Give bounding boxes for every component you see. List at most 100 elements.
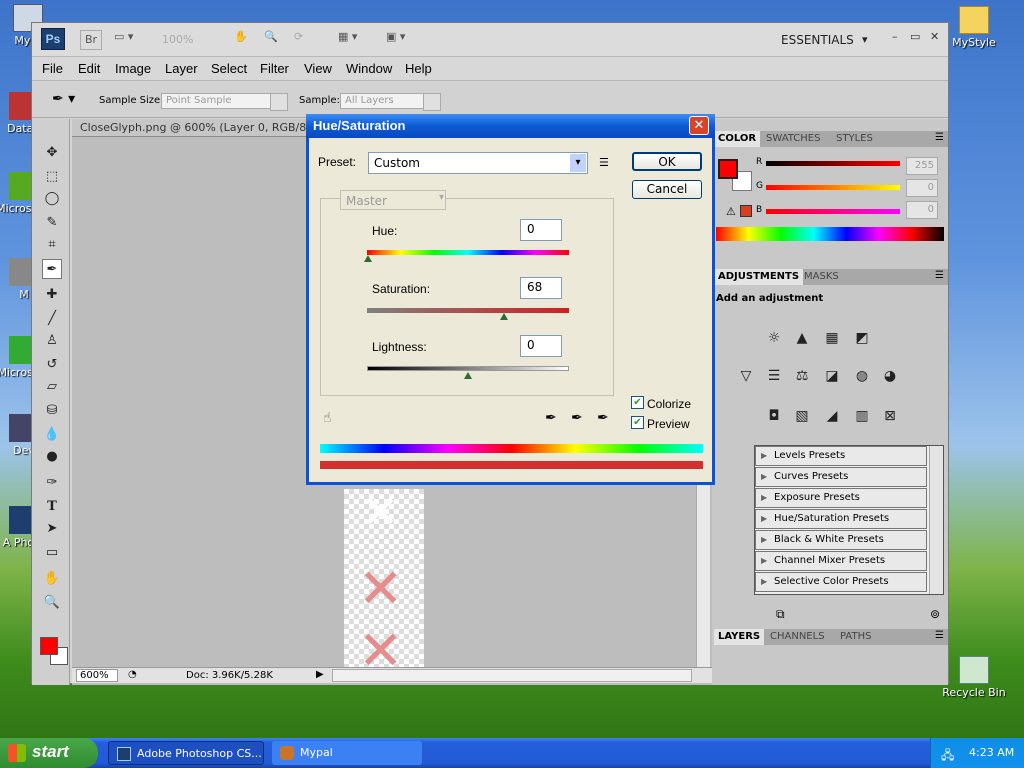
- path-selection-tool-icon[interactable]: ➤: [42, 519, 62, 539]
- task-photoshop[interactable]: Adobe Photoshop CS...: [108, 741, 264, 765]
- bridge-button[interactable]: Br: [80, 30, 102, 50]
- posterize-icon[interactable]: ▧: [790, 405, 814, 427]
- channel-mixer-icon[interactable]: ◕: [878, 365, 902, 387]
- panel-menu-icon[interactable]: ☰: [935, 132, 944, 143]
- photo-filter-icon[interactable]: ◍: [850, 365, 874, 387]
- pen-tool-icon[interactable]: ✑: [42, 473, 62, 493]
- screen-mode-icon[interactable]: ▣ ▾: [386, 30, 420, 50]
- channel-b-slider[interactable]: [766, 209, 900, 214]
- zoom-tool-icon[interactable]: 🔍: [264, 30, 284, 50]
- menu-image[interactable]: Image: [115, 61, 151, 76]
- history-brush-tool-icon[interactable]: ↺: [42, 355, 62, 375]
- view-extras-icon[interactable]: ▭ ▾: [114, 30, 144, 50]
- tab-adjustments[interactable]: ADJUSTMENTS: [714, 269, 804, 285]
- preset-curves[interactable]: Curves Presets: [755, 467, 927, 487]
- desktop-icon-recycle-bin[interactable]: Recycle Bin: [940, 656, 1008, 699]
- gamut-swatch[interactable]: [740, 205, 752, 217]
- workspace-switcher[interactable]: ESSENTIALS: [781, 30, 861, 50]
- ok-button[interactable]: OK: [632, 152, 702, 171]
- color-spectrum-ramp[interactable]: [716, 227, 944, 241]
- hue-saturation-icon[interactable]: ☰: [762, 365, 786, 387]
- healing-brush-tool-icon[interactable]: ✚: [42, 285, 62, 305]
- canvas-image[interactable]: ✕ ✕ ✕: [344, 489, 424, 667]
- hue-slider-thumb[interactable]: [364, 255, 372, 262]
- photoshop-logo[interactable]: Ps: [41, 28, 65, 50]
- threshold-icon[interactable]: ◢: [820, 405, 844, 427]
- cancel-button[interactable]: Cancel: [632, 180, 702, 199]
- panel-menu-icon[interactable]: ☰: [935, 270, 944, 281]
- maximize-button[interactable]: ▭: [910, 30, 924, 50]
- menu-select[interactable]: Select: [211, 61, 247, 76]
- status-zoom[interactable]: 600%: [76, 669, 118, 682]
- marquee-tool-icon[interactable]: ⬚: [42, 167, 62, 187]
- menu-layer[interactable]: Layer: [165, 61, 198, 76]
- presets-list[interactable]: Levels Presets Curves Presets Exposure P…: [754, 445, 944, 595]
- zoom-tool-icon[interactable]: 🔍: [42, 593, 62, 613]
- tab-styles[interactable]: STYLES: [832, 131, 877, 147]
- dialog-close-button[interactable]: ✕: [689, 116, 709, 135]
- preset-channel-mixer[interactable]: Channel Mixer Presets: [755, 551, 927, 571]
- preset-black-white[interactable]: Black & White Presets: [755, 530, 927, 550]
- exposure-icon[interactable]: ◩: [850, 327, 874, 349]
- tab-layers[interactable]: LAYERS: [714, 629, 765, 645]
- return-to-list-icon[interactable]: ⧉: [776, 607, 785, 622]
- type-tool-icon[interactable]: T: [42, 497, 62, 517]
- foreground-color-swatch[interactable]: [40, 637, 58, 655]
- vibrance-icon[interactable]: ▽: [734, 365, 758, 387]
- lightness-input[interactable]: 0: [520, 335, 562, 357]
- clip-layer-icon[interactable]: ⊚: [930, 607, 940, 621]
- edit-channel-select[interactable]: Master ▾: [340, 190, 446, 210]
- saturation-slider[interactable]: [367, 308, 569, 313]
- lasso-tool-icon[interactable]: ◯: [42, 189, 62, 209]
- preset-options-icon[interactable]: ☰: [599, 156, 609, 169]
- zoom-level[interactable]: 100%: [162, 30, 212, 50]
- preset-selective-color[interactable]: Selective Color Presets: [755, 572, 927, 592]
- eyedropper-icon[interactable]: ✒: [545, 410, 557, 426]
- channel-r-slider[interactable]: [766, 161, 900, 166]
- presets-scrollbar[interactable]: [929, 446, 943, 594]
- gradient-map-icon[interactable]: ▥: [850, 405, 874, 427]
- hand-tool-icon[interactable]: ✋: [42, 569, 62, 589]
- eyedropper-preset-icon[interactable]: ✒ ▾: [52, 91, 75, 107]
- desktop-icon-mystyle[interactable]: MyStyle: [940, 6, 1008, 49]
- color-balance-icon[interactable]: ⚖: [790, 365, 814, 387]
- menu-edit[interactable]: Edit: [78, 61, 100, 76]
- gamut-warning-icon[interactable]: ⚠: [726, 205, 736, 218]
- color-fg-swatch[interactable]: [718, 159, 738, 179]
- hue-slider[interactable]: [367, 250, 569, 255]
- minimize-button[interactable]: –: [892, 30, 906, 50]
- hand-tool-icon[interactable]: ✋: [234, 30, 254, 50]
- preset-exposure[interactable]: Exposure Presets: [755, 488, 927, 508]
- paint-bucket-tool-icon[interactable]: ⛁: [42, 401, 62, 421]
- black-white-icon[interactable]: ◪: [820, 365, 844, 387]
- preset-levels[interactable]: Levels Presets: [755, 446, 927, 466]
- tab-masks[interactable]: MASKS: [800, 269, 843, 285]
- brush-tool-icon[interactable]: ╱: [42, 309, 62, 329]
- lightness-slider-thumb[interactable]: [464, 372, 472, 379]
- channel-b-value[interactable]: 0: [906, 201, 938, 219]
- lightness-slider[interactable]: [367, 366, 569, 371]
- eyedropper-minus-icon[interactable]: ✒: [597, 410, 609, 426]
- eyedropper-plus-icon[interactable]: ✒: [571, 410, 583, 426]
- tab-color[interactable]: COLOR: [714, 131, 761, 147]
- saturation-input[interactable]: 68: [520, 277, 562, 299]
- tab-paths[interactable]: PATHS: [836, 629, 875, 645]
- eraser-tool-icon[interactable]: ▱: [42, 377, 62, 397]
- channel-g-slider[interactable]: [766, 185, 900, 190]
- menu-window[interactable]: Window: [346, 61, 392, 76]
- task-mypal[interactable]: Mypal: [272, 741, 422, 765]
- brightness-contrast-icon[interactable]: ☼: [762, 327, 786, 349]
- quick-selection-tool-icon[interactable]: ✎: [42, 213, 62, 233]
- sample-size-select[interactable]: Point Sample: [161, 93, 288, 111]
- tab-swatches[interactable]: SWATCHES: [762, 131, 824, 147]
- panel-menu-icon[interactable]: ☰: [935, 630, 944, 641]
- horizontal-scrollbar[interactable]: [332, 669, 692, 682]
- selective-color-icon[interactable]: ⊠: [878, 405, 902, 427]
- status-info-icon[interactable]: ◔: [128, 669, 137, 680]
- colorize-checkbox[interactable]: ✔: [631, 396, 644, 409]
- rotate-view-icon[interactable]: ⟳: [294, 30, 314, 50]
- dodge-tool-icon[interactable]: ●: [42, 447, 62, 467]
- sample-select[interactable]: All Layers: [340, 93, 441, 111]
- menu-file[interactable]: File: [42, 61, 63, 76]
- preset-hue-saturation[interactable]: Hue/Saturation Presets: [755, 509, 927, 529]
